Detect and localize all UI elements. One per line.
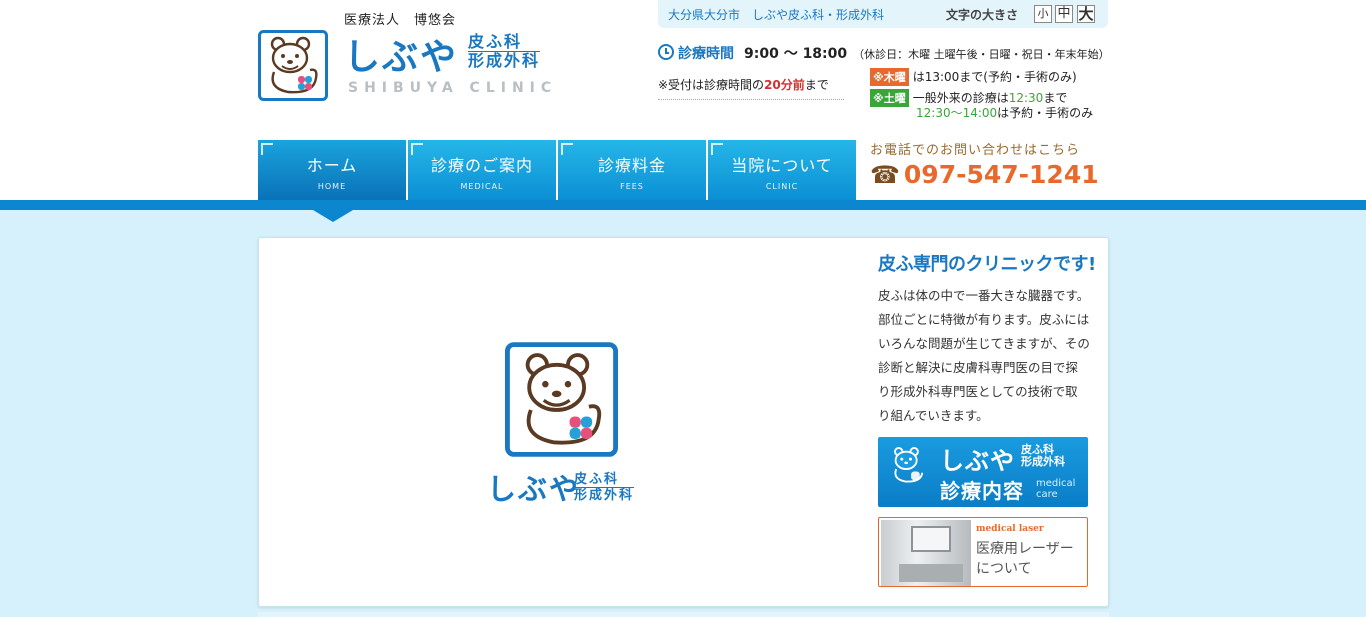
saturday-line2-text: は予約・手術のみ (997, 106, 1094, 120)
banner-english-line2: care (1036, 489, 1058, 500)
bear-logo-icon (894, 447, 924, 483)
banner-name: しぶや (940, 447, 1015, 475)
nav-label: 当院について (731, 156, 833, 175)
active-nav-pointer (313, 210, 353, 222)
nav-underline-band (0, 200, 1366, 210)
logo-name[interactable]: しぶや (344, 28, 458, 80)
saturday-time: 12:30 (1008, 91, 1044, 105)
main-content: しぶや 皮ふ科 形成外科 皮ふ専門のクリニックです! 皮ふは体の中で一番大きな臓… (258, 237, 1109, 607)
hours-label: 診療時間 (678, 46, 734, 62)
reception-prefix: ※受付は診療時間の (658, 78, 765, 92)
banner-title: 診療内容 (940, 479, 1024, 503)
clock-icon (658, 44, 674, 60)
font-size-label: 文字の大きさ (946, 8, 1019, 22)
laser-device-image (881, 520, 971, 586)
nav-label: 診療のご案内 (430, 156, 533, 175)
bear-logo-icon[interactable] (258, 30, 328, 101)
global-nav: ホーム HOME 診療のご案内 MEDICAL 診療料金 FEES 当院について… (258, 140, 858, 200)
laser-device-screen (911, 526, 951, 552)
hero-dept-line1: 皮ふ科 (574, 472, 635, 488)
nav-sublabel: FEES (620, 182, 644, 191)
bear-logo-icon (505, 342, 618, 457)
phone-number[interactable]: 097-547-1241 (904, 160, 1099, 189)
hours-time: 9:00 〜 18:00 (744, 46, 848, 62)
reception-highlight: 20分前 (764, 78, 805, 92)
thursday-tag: ※木曜 (870, 68, 909, 86)
nav-clinic[interactable]: 当院について CLINIC (708, 140, 856, 200)
saturday-tag: ※土曜 (870, 89, 909, 107)
laser-japanese: 医療用レーザー について (976, 539, 1074, 579)
nav-sublabel: HOME (317, 182, 347, 191)
corporation-name: 医療法人 博悠会 (344, 13, 457, 28)
content-bottom-edge (258, 612, 1109, 617)
address-text: 大分県大分市 しぶや皮ふ科・形成外科 (668, 8, 885, 22)
hero-logo-department: 皮ふ科 形成外科 (574, 472, 635, 503)
laser-jp-line2: について (976, 561, 1032, 577)
logo-dept-line2: 形成外科 (468, 51, 541, 70)
side-title: 皮ふ専門のクリニックです! (878, 254, 1096, 275)
font-size-large-button[interactable]: 大 (1077, 5, 1095, 23)
nav-sublabel: MEDICAL (460, 182, 504, 191)
thursday-note: ※木曜 は13:00まで(予約・手術のみ) (870, 68, 1077, 86)
closed-days: （休診日：木曜 土曜午後・日曜・祝日・年末年始） (853, 48, 1110, 61)
reception-suffix: まで (804, 78, 829, 92)
hero-dept-line2: 形成外科 (574, 488, 635, 503)
font-size-small-button[interactable]: 小 (1034, 5, 1052, 23)
laser-device-base (899, 564, 963, 582)
saturday-note-line2: 12:30〜14:00は予約・手術のみ (916, 104, 1093, 121)
font-size-medium-button[interactable]: 中 (1055, 5, 1073, 23)
site-header: 医療法人 博悠会 しぶや 皮ふ科 形成外科 SHIBUYA CLINIC 大分県… (258, 0, 1110, 200)
banner-english: medical care (1036, 478, 1075, 500)
banner-english-line1: medical (1036, 478, 1076, 489)
nav-sublabel: CLINIC (765, 182, 799, 191)
saturday-text-prefix: 一般外来の診療は (912, 91, 1009, 105)
hero-logo-name: しぶや (487, 472, 581, 506)
side-description: 皮ふは体の中で一番大きな臓器です。部位ごとに特徴が有ります。皮ふにはいろんな問題… (878, 288, 1090, 423)
phone-icon: ☎ (870, 161, 900, 189)
banner-dept-line2: 形成外科 (1021, 455, 1065, 468)
nav-label: 診療料金 (597, 156, 666, 175)
thursday-text: は13:00まで(予約・手術のみ) (912, 70, 1077, 84)
nav-home[interactable]: ホーム HOME (258, 140, 406, 200)
medical-care-banner[interactable]: しぶや 皮ふ科 形成外科 診療内容 medical care (878, 437, 1088, 507)
laser-jp-line1: 医療用レーザー (976, 541, 1074, 557)
reception-note: ※受付は診療時間の20分前まで (658, 76, 844, 100)
nav-medical[interactable]: 診療のご案内 MEDICAL (408, 140, 556, 200)
saturday-text-suffix: まで (1043, 91, 1068, 105)
saturday-line2-time: 12:30〜14:00 (916, 106, 998, 120)
banner-department: 皮ふ科 形成外科 (1021, 444, 1065, 468)
phone-contact[interactable]: ☎ 097-547-1241 (870, 160, 1099, 189)
logo-dept-line1: 皮ふ科 (468, 33, 541, 52)
hero-area: しぶや 皮ふ科 形成外科 (259, 238, 859, 608)
logo-english: SHIBUYA CLINIC (348, 80, 558, 96)
clinic-hours: 診療時間 9:00 〜 18:00 （休診日：木曜 土曜午後・日曜・祝日・年末年始） (658, 43, 1110, 63)
phone-label: お電話でのお問い合わせはこちら (870, 143, 1081, 158)
logo-department: 皮ふ科 形成外科 (468, 33, 541, 70)
medical-laser-banner[interactable]: medical laser 医療用レーザー について (878, 517, 1088, 587)
nav-fees[interactable]: 診療料金 FEES (558, 140, 706, 200)
address-bar: 大分県大分市 しぶや皮ふ科・形成外科 文字の大きさ 小 中 大 (658, 0, 1108, 28)
nav-label: ホーム (306, 156, 358, 175)
laser-english: medical laser (976, 524, 1044, 534)
